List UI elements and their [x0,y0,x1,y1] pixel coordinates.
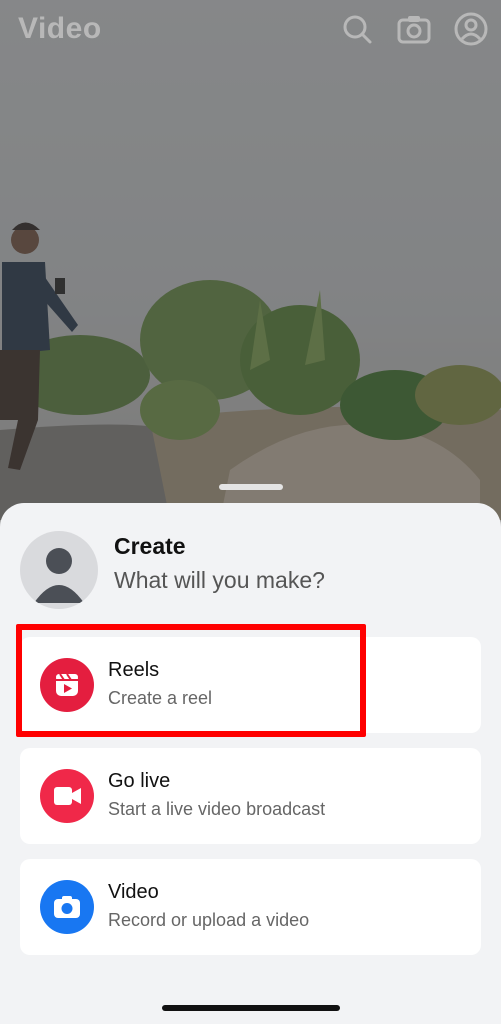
go-live-label: Go live [108,770,171,792]
go-live-option[interactable]: Go live Start a live video broadcast [20,748,481,844]
avatar [20,531,98,609]
home-indicator[interactable] [162,1005,340,1011]
go-live-description: Start a live video broadcast [108,799,326,819]
screen: Video Create What will you make? Reels C… [0,0,501,1024]
video-background [0,0,501,520]
search-icon[interactable] [340,12,374,46]
sheet-title: Create [114,533,186,559]
page-title: Video [18,12,102,45]
profile-icon[interactable] [454,12,488,46]
reels-highlight-box [16,624,366,737]
sheet-subtitle: What will you make? [114,567,325,593]
video-label: Video [108,881,159,903]
camera-icon [40,880,94,934]
video-description: Record or upload a video [108,910,310,930]
video-option[interactable]: Video Record or upload a video [20,859,481,955]
camera-icon[interactable] [397,12,431,46]
live-video-icon [40,769,94,823]
sheet-grabber[interactable] [219,484,283,490]
top-header: Video [0,0,501,64]
